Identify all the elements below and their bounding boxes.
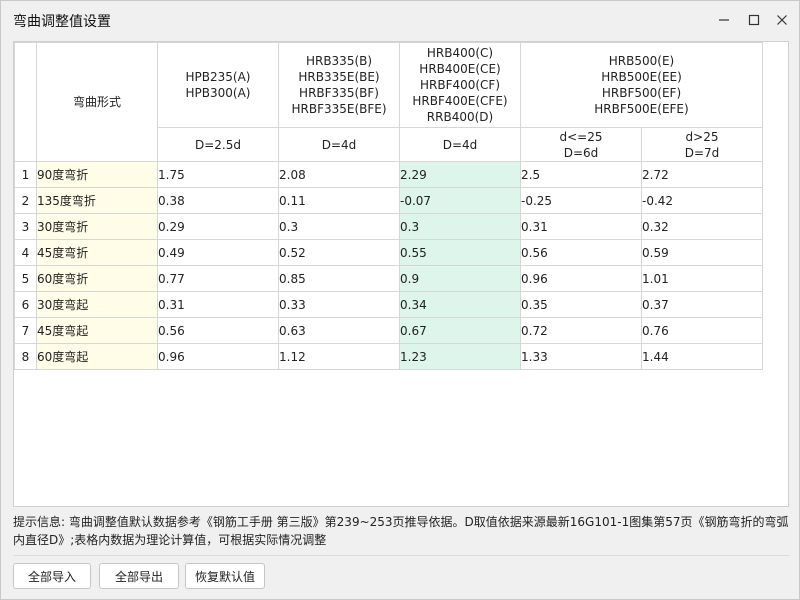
adjustment-value-cell[interactable]: 1.33 xyxy=(520,343,642,370)
steel-grade-group-header: HPB235(A) HPB300(A) xyxy=(157,42,279,128)
bend-form-cell: 45度弯折 xyxy=(36,239,158,266)
table-row: 4 45度弯折 0.49 0.52 0.55 0.56 0.59 xyxy=(14,239,763,266)
table-row: 3 30度弯折 0.29 0.3 0.3 0.31 0.32 xyxy=(14,213,763,240)
maximize-icon[interactable] xyxy=(743,10,765,30)
window-title: 弯曲调整值设置 xyxy=(13,14,111,30)
row-number: 8 xyxy=(14,343,37,370)
adjustment-value-cell[interactable]: 1.44 xyxy=(641,343,763,370)
adjustment-value-cell[interactable]: -0.07 xyxy=(399,187,521,214)
adjustment-value-cell[interactable]: 0.29 xyxy=(157,213,279,240)
bend-form-cell: 60度弯起 xyxy=(36,343,158,370)
adjustment-value-cell[interactable]: 0.72 xyxy=(520,317,642,344)
adjustment-value-cell[interactable]: 0.96 xyxy=(520,265,642,292)
adjustment-table: 弯曲形式 HPB235(A) HPB300(A) HRB335(B) HRB335E… xyxy=(14,42,763,370)
adjustment-value-cell[interactable]: 0.76 xyxy=(641,317,763,344)
adjustment-value-cell[interactable]: 2.5 xyxy=(520,161,642,188)
adjustment-value-cell[interactable]: 2.08 xyxy=(278,161,400,188)
adjustment-value-cell[interactable]: 0.52 xyxy=(278,239,400,266)
bend-form-cell: 45度弯起 xyxy=(36,317,158,344)
adjustment-value-cell[interactable]: 1.01 xyxy=(641,265,763,292)
bend-form-cell: 90度弯折 xyxy=(36,161,158,188)
adjustment-value-cell[interactable]: 1.23 xyxy=(399,343,521,370)
steel-grade-group-header: HRB335(B) HRB335E(BE) HRBF335(BF) HRBF335E(… xyxy=(278,42,400,128)
adjustment-value-cell[interactable]: 0.56 xyxy=(520,239,642,266)
adjustment-value-cell[interactable]: 1.75 xyxy=(157,161,279,188)
adjustment-value-cell[interactable]: -0.25 xyxy=(520,187,642,214)
adjustment-value-cell[interactable]: 0.33 xyxy=(278,291,400,318)
title-bar: 弯曲调整值设置 xyxy=(1,1,799,39)
bend-form-cell: 30度弯起 xyxy=(36,291,158,318)
row-number: 2 xyxy=(14,187,37,214)
bend-form-cell: 30度弯折 xyxy=(36,213,158,240)
diameter-sub-header: D=4d xyxy=(399,127,521,162)
row-number: 7 xyxy=(14,317,37,344)
row-number: 3 xyxy=(14,213,37,240)
restore-default-button[interactable]: 恢复默认值 xyxy=(185,563,265,589)
adjustment-value-cell[interactable]: 0.67 xyxy=(399,317,521,344)
adjustment-value-cell[interactable]: 0.32 xyxy=(641,213,763,240)
adjustment-value-cell[interactable]: 0.49 xyxy=(157,239,279,266)
adjustment-value-cell[interactable]: 0.11 xyxy=(278,187,400,214)
export-all-button[interactable]: 全部导出 xyxy=(99,563,179,589)
steel-grade-group-header: HRB500(E) HRB500E(EE) HRBF500(EF) HRBF500E(… xyxy=(520,42,763,128)
row-number: 6 xyxy=(14,291,37,318)
table-row: 8 60度弯起 0.96 1.12 1.23 1.33 1.44 xyxy=(14,343,763,370)
diameter-sub-header: D=2.5d xyxy=(157,127,279,162)
steel-grade-group-header: HRB400(C) HRB400E(CE) HRBF400(CF) HRBF400E(… xyxy=(399,42,521,128)
bend-form-cell: 60度弯折 xyxy=(36,265,158,292)
adjustment-value-cell[interactable]: 0.85 xyxy=(278,265,400,292)
adjustment-value-cell[interactable]: 0.31 xyxy=(157,291,279,318)
adjustment-value-cell[interactable]: 0.31 xyxy=(520,213,642,240)
adjustment-value-cell[interactable]: 0.35 xyxy=(520,291,642,318)
table-row: 2 135度弯折 0.38 0.11 -0.07 -0.25 -0.42 xyxy=(14,187,763,214)
table-row: 7 45度弯起 0.56 0.63 0.67 0.72 0.76 xyxy=(14,317,763,344)
diameter-sub-header: d>25 D=7d xyxy=(641,127,763,162)
adjustment-value-cell[interactable]: 0.37 xyxy=(641,291,763,318)
adjustment-value-cell[interactable]: 0.55 xyxy=(399,239,521,266)
row-number-header xyxy=(14,42,37,162)
row-number: 5 xyxy=(14,265,37,292)
minimize-icon[interactable] xyxy=(713,10,735,30)
diameter-sub-header: D=4d xyxy=(278,127,400,162)
adjustment-value-cell[interactable]: 0.59 xyxy=(641,239,763,266)
dialog-window: 弯曲调整值设置 弯曲形式 HPB235(A) HPB300(A) HRB335(… xyxy=(0,0,800,600)
table-row: 6 30度弯起 0.31 0.33 0.34 0.35 0.37 xyxy=(14,291,763,318)
info-message: 提示信息: 弯曲调整值默认数据参考《钢筋工手册 第三版》第239~253页推导依… xyxy=(13,515,789,547)
adjustment-value-cell[interactable]: 2.29 xyxy=(399,161,521,188)
adjustment-value-cell[interactable]: 0.77 xyxy=(157,265,279,292)
adjustment-value-cell[interactable]: 0.38 xyxy=(157,187,279,214)
adjustment-value-cell[interactable]: 0.3 xyxy=(278,213,400,240)
import-all-button[interactable]: 全部导入 xyxy=(13,563,91,589)
adjustment-value-cell[interactable]: 0.34 xyxy=(399,291,521,318)
adjustment-value-cell[interactable]: 0.3 xyxy=(399,213,521,240)
row-number: 1 xyxy=(14,161,37,188)
table-row: 5 60度弯折 0.77 0.85 0.9 0.96 1.01 xyxy=(14,265,763,292)
close-icon[interactable] xyxy=(771,10,793,30)
divider xyxy=(13,555,789,556)
adjustment-value-cell[interactable]: 0.63 xyxy=(278,317,400,344)
adjustment-table-panel: 弯曲形式 HPB235(A) HPB300(A) HRB335(B) HRB335E… xyxy=(13,41,789,507)
adjustment-value-cell[interactable]: 0.56 xyxy=(157,317,279,344)
adjustment-value-cell[interactable]: 0.96 xyxy=(157,343,279,370)
adjustment-value-cell[interactable]: -0.42 xyxy=(641,187,763,214)
adjustment-value-cell[interactable]: 1.12 xyxy=(278,343,400,370)
bend-form-cell: 135度弯折 xyxy=(36,187,158,214)
row-number: 4 xyxy=(14,239,37,266)
bend-form-header: 弯曲形式 xyxy=(36,42,158,162)
table-row: 1 90度弯折 1.75 2.08 2.29 2.5 2.72 xyxy=(14,161,763,188)
adjustment-value-cell[interactable]: 0.9 xyxy=(399,265,521,292)
adjustment-value-cell[interactable]: 2.72 xyxy=(641,161,763,188)
diameter-sub-header: d<=25 D=6d xyxy=(520,127,642,162)
